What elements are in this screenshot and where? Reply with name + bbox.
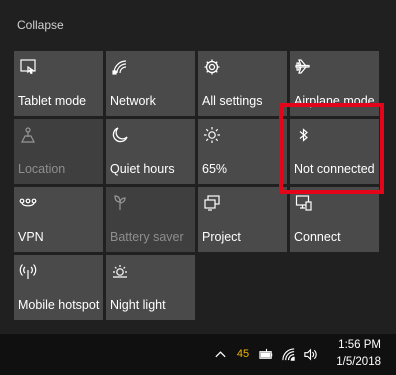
mobile-hotspot-icon: [18, 261, 38, 281]
tile-label: Quiet hours: [110, 162, 175, 176]
connect-icon: [294, 193, 314, 213]
quick-actions-grid: Tablet mode Network All settings Airplan…: [14, 51, 379, 320]
tablet-mode-icon: [18, 57, 38, 77]
battery-saver-icon: [110, 193, 130, 213]
battery-icon[interactable]: [258, 346, 274, 362]
clock-date: 1/5/2018: [336, 356, 381, 368]
tile-label: VPN: [18, 230, 44, 244]
tile-vpn[interactable]: VPN: [14, 187, 103, 252]
gear-icon: [202, 57, 222, 77]
moon-icon: [110, 125, 130, 145]
tile-label: Mobile hotspot: [18, 298, 100, 312]
system-tray: 45: [212, 344, 318, 364]
tile-label: 65%: [202, 162, 228, 176]
tile-location[interactable]: Location: [14, 119, 103, 184]
tile-label: Battery saver: [110, 230, 184, 244]
tile-battery-saver[interactable]: Battery saver: [106, 187, 195, 252]
tile-mobile-hotspot[interactable]: Mobile hotspot: [14, 255, 103, 320]
bluetooth-icon: [294, 125, 314, 145]
tile-label: Network: [110, 94, 156, 108]
vpn-icon: [18, 193, 38, 213]
clock-time: 1:56 PM: [338, 339, 381, 351]
tile-label: Airplane mode: [294, 94, 375, 108]
brightness-icon: [202, 125, 222, 145]
tile-label: Connect: [294, 230, 341, 244]
collapse-link[interactable]: Collapse: [17, 18, 64, 32]
tile-network[interactable]: Network: [106, 51, 195, 116]
wifi-icon[interactable]: [280, 346, 296, 362]
tile-connect[interactable]: Connect: [290, 187, 379, 252]
tile-all-settings[interactable]: All settings: [198, 51, 287, 116]
tile-label: Project: [202, 230, 241, 244]
tile-label: Location: [18, 162, 66, 176]
tile-quiet-hours[interactable]: Quiet hours: [106, 119, 195, 184]
tile-project[interactable]: Project: [198, 187, 287, 252]
chevron-up-icon[interactable]: [212, 346, 228, 362]
tile-label: Not connected: [294, 162, 375, 176]
airplane-icon: [294, 57, 314, 77]
tile-airplane-mode[interactable]: Airplane mode: [290, 51, 379, 116]
night-light-icon: [110, 261, 130, 281]
project-icon: [202, 193, 222, 213]
tile-label: All settings: [202, 94, 263, 108]
tile-bluetooth[interactable]: Not connected: [290, 119, 379, 184]
taskbar: 45 1:56 PM 1/5/2018: [0, 334, 396, 375]
tile-label: Night light: [110, 298, 166, 312]
volume-icon[interactable]: [302, 346, 318, 362]
tile-night-light[interactable]: Night light: [106, 255, 195, 320]
location-icon: [18, 125, 38, 145]
tile-brightness[interactable]: 65%: [198, 119, 287, 184]
clock[interactable]: 1:56 PM 1/5/2018: [336, 337, 381, 371]
tray-count-badge[interactable]: 45: [234, 348, 252, 360]
tile-tablet-mode[interactable]: Tablet mode: [14, 51, 103, 116]
tile-label: Tablet mode: [18, 94, 87, 108]
network-icon: [110, 57, 130, 77]
